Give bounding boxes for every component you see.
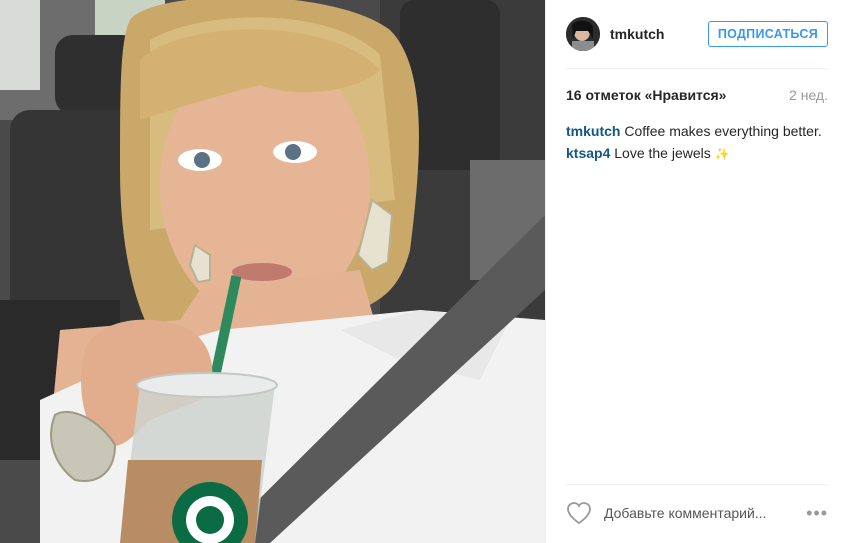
instagram-post: tmkutch ПОДПИСАТЬСЯ 16 отметок «Нравится… <box>0 0 847 543</box>
follow-button[interactable]: ПОДПИСАТЬСЯ <box>707 21 828 47</box>
comment-item: tmkutch Coffee makes everything better. <box>566 120 828 142</box>
comment-username[interactable]: tmkutch <box>566 123 620 139</box>
heart-icon[interactable] <box>566 501 592 525</box>
footer-divider <box>566 484 828 485</box>
post-photo[interactable] <box>0 0 545 543</box>
avatar[interactable] <box>566 17 600 51</box>
ellipsis-icon[interactable]: ••• <box>806 504 828 522</box>
post-side-panel: tmkutch ПОДПИСАТЬСЯ 16 отметок «Нравится… <box>545 0 847 543</box>
comment-input[interactable] <box>602 504 786 522</box>
sparkles-emoji: ✨ <box>714 147 730 161</box>
selfie-image <box>0 0 545 543</box>
post-header: tmkutch ПОДПИСАТЬСЯ <box>546 0 847 68</box>
comment-item: ktsap4 Love the jewels ✨ <box>566 142 828 165</box>
header-divider <box>566 68 828 69</box>
comment-text: Love the jewels <box>614 145 711 161</box>
post-meta: 16 отметок «Нравится» 2 нед. <box>566 87 828 103</box>
comment-text: Coffee makes everything better. <box>624 123 822 139</box>
comment-username[interactable]: ktsap4 <box>566 145 610 161</box>
post-footer: ••• <box>566 498 828 528</box>
post-time[interactable]: 2 нед. <box>789 87 828 103</box>
comments-list: tmkutch Coffee makes everything better. … <box>566 120 828 165</box>
likes-count[interactable]: 16 отметок «Нравится» <box>566 87 726 103</box>
username-link[interactable]: tmkutch <box>610 26 664 42</box>
